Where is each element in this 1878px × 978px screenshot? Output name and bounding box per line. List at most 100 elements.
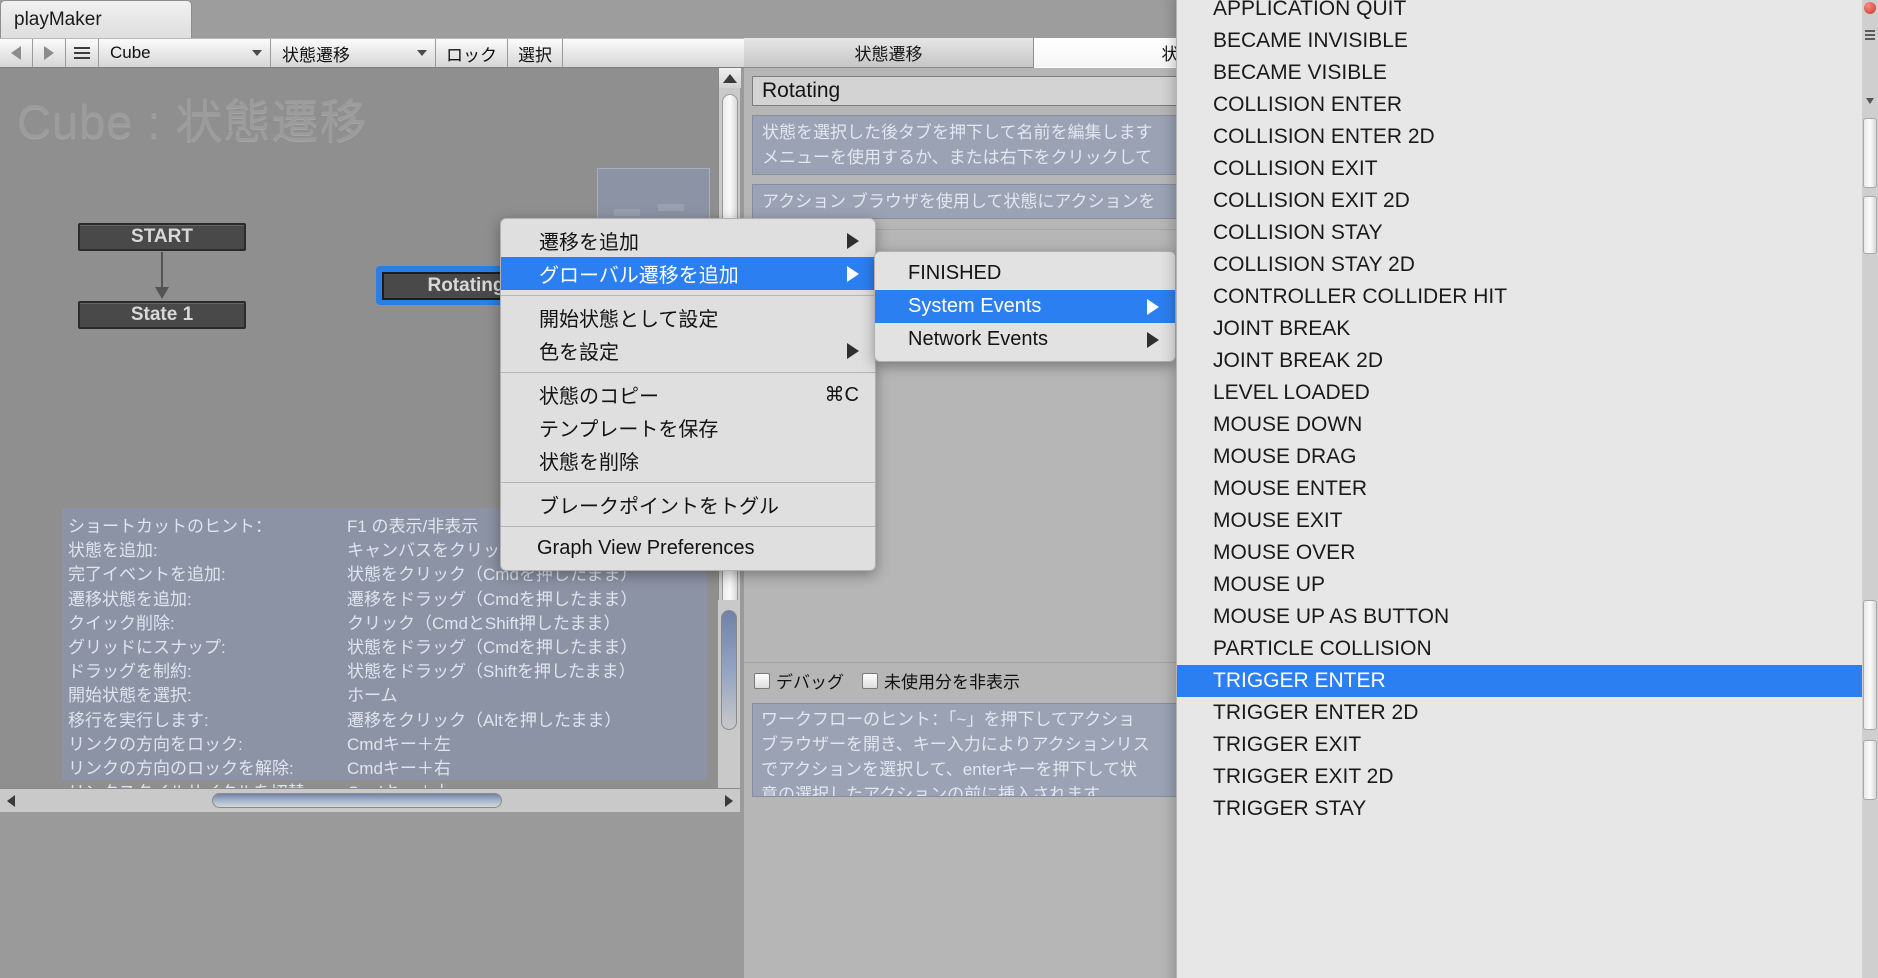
menu-item-label: 遷移を追加 [539,232,639,254]
list-item[interactable]: MOUSE DRAG [1177,441,1877,473]
horizontal-scroll-track[interactable] [22,789,718,812]
submenu-item-network-events[interactable]: Network Events [875,323,1175,356]
scroll-up-arrow-icon[interactable] [719,68,741,88]
graph-node-start[interactable]: START [78,223,246,251]
close-dot-icon[interactable] [1864,2,1876,14]
canvas-vertical-scrollbar-lower[interactable] [718,600,740,788]
canvas-horizontal-scrollbar[interactable] [0,788,740,812]
list-item[interactable]: TRIGGER EXIT 2D [1177,761,1877,793]
list-item: クイック削除: [68,613,175,633]
list-item: リンクの方向をロック: [68,734,243,754]
graph-select-label: 状態遷移 [282,45,350,65]
list-item[interactable]: MOUSE ENTER [1177,473,1877,505]
grip-icon [1865,28,1875,42]
submenu-global-transition: FINISHED System Events Network Events [874,251,1176,362]
menu-item-set-as-start-state[interactable]: 開始状態として設定 [501,301,875,334]
chevron-down-icon [252,50,262,56]
list-item[interactable]: TRIGGER ENTER 2D [1177,697,1877,729]
submenu-item-system-events[interactable]: System Events [875,290,1175,323]
select-button-label: 選択 [518,45,552,65]
divider [501,526,875,527]
system-events-list[interactable]: APPLICATION QUIT BECAME INVISIBLE BECAME… [1176,0,1878,978]
list-item[interactable]: MOUSE UP [1177,569,1877,601]
submenu-arrow-icon [1147,331,1159,348]
minimap-node-b [658,204,684,211]
list-item[interactable]: TRIGGER STAY [1177,793,1877,825]
menu-item-graph-view-preferences[interactable]: Graph View Preferences [501,532,875,565]
graph-node-state1[interactable]: State 1 [78,301,246,329]
list-item: Cmdキー＋左 [347,734,451,754]
list-item[interactable]: LEVEL LOADED [1177,377,1877,409]
chevron-down-icon[interactable] [1866,98,1874,104]
transition-arrow-icon [155,287,169,299]
scroll-segment[interactable] [1863,118,1877,188]
scroll-left-arrow-icon[interactable] [0,794,22,807]
list-item[interactable]: COLLISION ENTER 2D [1177,121,1877,153]
list-item[interactable]: COLLISION STAY [1177,217,1877,249]
list-item[interactable]: BECAME VISIBLE [1177,57,1877,89]
list-item[interactable]: JOINT BREAK [1177,313,1877,345]
scroll-segment[interactable] [1863,196,1877,254]
list-item[interactable]: JOINT BREAK 2D [1177,345,1877,377]
list-item[interactable]: COLLISION STAY 2D [1177,249,1877,281]
list-item[interactable]: MOUSE OVER [1177,537,1877,569]
list-item[interactable]: COLLISION EXIT 2D [1177,185,1877,217]
menu-item-add-transition[interactable]: 遷移を追加 [501,224,875,257]
list-item-selected[interactable]: TRIGGER ENTER [1177,665,1877,697]
list-item: 遷移をクリック（Altを押したまま） [347,710,622,730]
state-name-value: Rotating [762,79,841,102]
menu-item-label: 状態のコピー [539,386,659,408]
list-item[interactable]: BECAME INVISIBLE [1177,25,1877,57]
window-tab-playmaker[interactable]: playMaker [0,0,192,38]
debug-checkbox[interactable]: デバッグ [754,668,844,693]
os-scrollbar[interactable] [1862,0,1878,978]
menu-item-save-template[interactable]: テンプレートを保存 [501,411,875,444]
list-item: 移行を実行します: [68,710,209,730]
scroll-segment[interactable] [1863,740,1877,800]
context-menu: 遷移を追加 グローバル遷移を追加 開始状態として設定 色を設定 状態のコピー ⌘… [500,218,876,571]
graph-select[interactable]: 状態遷移 [271,39,436,67]
hide-unused-checkbox[interactable]: 未使用分を非表示 [862,668,1020,693]
list-item[interactable]: APPLICATION QUIT [1177,0,1877,25]
menu-item-set-color[interactable]: 色を設定 [501,334,875,367]
forward-button[interactable] [33,39,66,67]
lock-button[interactable]: ロック [436,39,508,67]
select-button[interactable]: 選択 [508,39,563,67]
horizontal-scroll-thumb[interactable] [212,793,502,808]
submenu-item-label: Network Events [908,328,1049,350]
checkbox-box-icon [754,672,770,689]
list-item[interactable]: TRIGGER EXIT [1177,729,1877,761]
list-item: Cmdキー＋右 [347,759,451,779]
list-item[interactable]: PARTICLE COLLISION [1177,633,1877,665]
list-item[interactable]: MOUSE EXIT [1177,505,1877,537]
submenu-item-finished[interactable]: FINISHED [875,257,1175,290]
scroll-right-arrow-icon[interactable] [718,794,740,807]
list-item[interactable]: COLLISION EXIT [1177,153,1877,185]
list-item[interactable]: CONTROLLER COLLIDER HIT [1177,281,1877,313]
list-item[interactable]: MOUSE UP AS BUTTON [1177,601,1877,633]
back-button[interactable] [0,39,33,67]
menu-item-toggle-breakpoint[interactable]: ブレークポイントをトグル [501,488,875,521]
submenu-arrow-icon [847,232,859,249]
menu-button[interactable] [66,39,99,67]
menu-item-add-global-transition[interactable]: グローバル遷移を追加 [501,257,875,290]
menu-item-copy-state[interactable]: 状態のコピー ⌘C [501,378,875,411]
list-item: リンクの方向のロックを解除: [68,759,294,779]
vertical-scroll-thumb-lower[interactable] [721,610,737,730]
transition-link-line [161,252,163,290]
menu-item-label: Graph View Preferences [537,537,755,559]
menu-item-label: 色を設定 [539,342,619,364]
scroll-segment[interactable] [1863,600,1877,730]
list-item[interactable]: COLLISION ENTER [1177,89,1877,121]
menu-item-label: ブレークポイントをトグル [539,496,779,518]
checkbox-box-icon [862,672,878,689]
submenu-item-label: System Events [908,295,1042,317]
target-select[interactable]: Cube [99,39,271,67]
submenu-arrow-icon [847,265,859,282]
tab-transitions-label: 状態遷移 [854,45,923,64]
menu-item-delete-state[interactable]: 状態を削除 [501,444,875,477]
tab-transitions[interactable]: 状態遷移 [744,38,1034,68]
triangle-right-icon [44,46,54,60]
list-item[interactable]: MOUSE DOWN [1177,409,1877,441]
list-item: ショートカットのヒント： [68,517,272,536]
